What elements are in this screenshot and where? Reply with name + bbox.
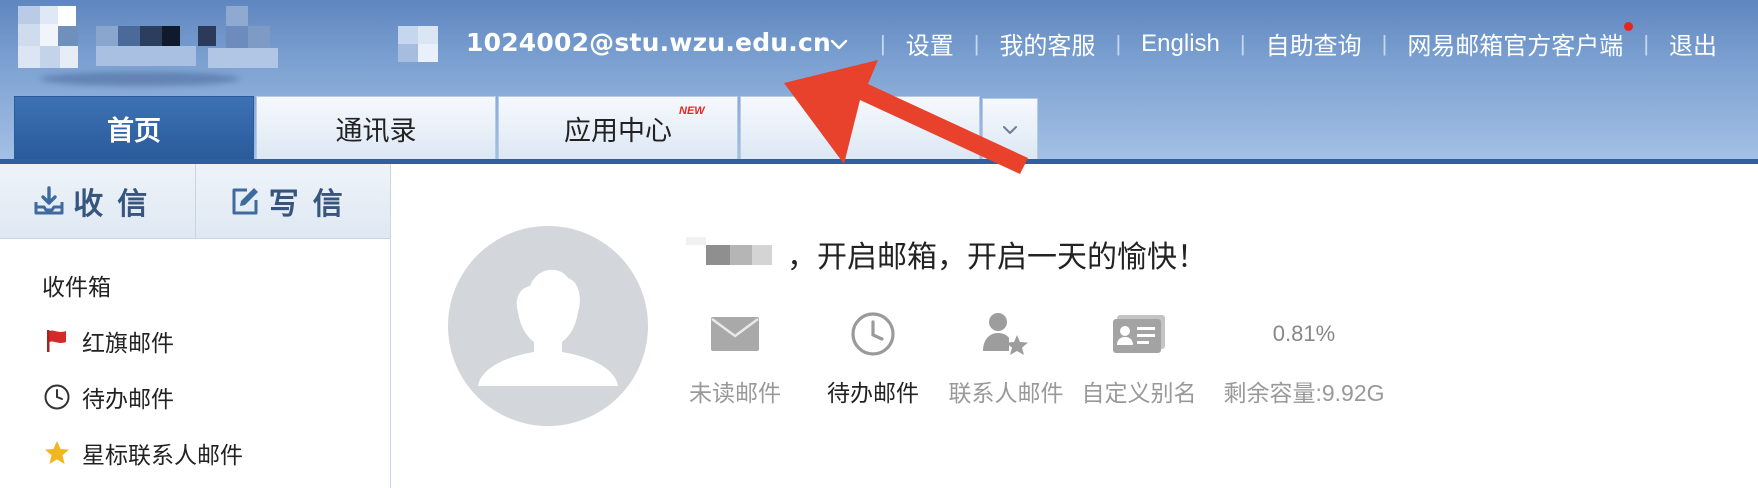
nav-settings[interactable]: 设置 (886, 26, 974, 61)
folder-red-flag[interactable]: 红旗邮件 (0, 313, 390, 369)
storage-remaining: 剩余容量:9.92G (1223, 380, 1385, 406)
id-card-icon (1113, 315, 1165, 353)
quick-unread-mail-label: 未读邮件 (689, 380, 781, 406)
nav-self-service[interactable]: 自助查询 (1246, 26, 1382, 61)
storage-usage: 0.81% 剩余容量:9.92G (1204, 304, 1404, 408)
contact-star-icon (983, 313, 1028, 355)
tab-contacts[interactable]: 通讯录 (256, 96, 496, 160)
folder-todo[interactable]: 待办邮件 (0, 369, 390, 425)
logo-shadow (40, 72, 240, 86)
folder-starred-contacts[interactable]: 星标联系人邮件 (0, 425, 390, 481)
envelope-icon (711, 317, 759, 351)
greeting-text: ，开启邮箱，开启一天的愉快！ (787, 241, 1207, 274)
profile-avatar[interactable] (448, 226, 648, 426)
tab-home[interactable]: 首页 (14, 96, 254, 160)
new-badge: NEW (679, 105, 705, 117)
quick-todo-mail-label: 待办邮件 (827, 380, 919, 406)
folder-list: 收件箱 红旗邮件 待办邮件 星标联系人邮件 (0, 239, 390, 481)
quick-contact-mail[interactable]: 联系人邮件 (941, 304, 1071, 408)
tab-partially-hidden[interactable] (740, 96, 980, 160)
folder-starred-contacts-label: 星标联系人邮件 (82, 442, 243, 468)
header-bar: 1024002@stu.wzu.edu.cn | 设置 | 我的客服 | Eng… (0, 0, 1758, 164)
nav-desktop-client-label: 网易邮箱官方客户端 (1407, 33, 1624, 60)
nav-desktop-client[interactable]: 网易邮箱官方客户端 (1387, 22, 1643, 61)
tab-home-label: 首页 (107, 116, 161, 146)
chevron-down-icon[interactable] (828, 33, 850, 55)
home-panel: ，开启邮箱，开启一天的愉快！ 未读邮件 待办邮件 联系人邮件 自定义别名 0.8… (391, 164, 1758, 488)
nav-english[interactable]: English (1121, 30, 1240, 58)
nav-logout[interactable]: 退出 (1649, 26, 1737, 61)
star-icon (42, 438, 72, 468)
clock-icon (851, 312, 895, 356)
nav-customer-service[interactable]: 我的客服 (979, 26, 1115, 61)
quick-todo-mail[interactable]: 待办邮件 (808, 304, 938, 408)
tabs-more-button[interactable] (982, 98, 1038, 160)
tab-app-center[interactable]: 应用中心 NEW (498, 96, 738, 160)
quick-contact-mail-label: 联系人邮件 (948, 380, 1064, 406)
top-nav: | 设置 | 我的客服 | English | 自助查询 | 网易邮箱官方客户端… (880, 22, 1737, 61)
compose-label: 写信 (268, 188, 357, 221)
folder-red-flag-label: 红旗邮件 (82, 330, 174, 356)
username-redacted (686, 237, 772, 275)
sidebar-actions: 收信 写信 (0, 164, 390, 239)
folder-inbox-label: 收件箱 (42, 274, 111, 300)
tab-app-center-label: 应用中心 (564, 116, 672, 146)
red-flag-icon (42, 326, 72, 356)
folder-inbox[interactable]: 收件箱 (0, 257, 390, 313)
default-user-icon (478, 269, 618, 386)
chevron-down-icon (1003, 125, 1017, 134)
quick-unread-mail[interactable]: 未读邮件 (670, 304, 800, 408)
compose-button[interactable]: 写信 (194, 164, 391, 238)
notification-dot (1624, 22, 1634, 31)
account-email[interactable]: 1024002@stu.wzu.edu.cn (466, 28, 831, 57)
quick-custom-alias-label: 自定义别名 (1081, 380, 1197, 406)
compose-edit-icon (232, 188, 258, 215)
receive-mail-button[interactable]: 收信 (0, 164, 195, 238)
account-avatar-redacted (398, 26, 438, 62)
main-tabs: 首页 通讯录 应用中心 NEW (14, 96, 1038, 160)
inbox-download-icon (34, 186, 64, 215)
sidebar: 收信 写信 收件箱 红旗邮件 待办邮件 星标联系人邮件 (0, 164, 391, 488)
tab-contacts-label: 通讯录 (335, 116, 417, 146)
quick-custom-alias[interactable]: 自定义别名 (1074, 304, 1204, 408)
folder-todo-label: 待办邮件 (82, 386, 174, 412)
receive-mail-label: 收信 (73, 188, 162, 221)
storage-used-percent: 0.81% (1272, 321, 1336, 346)
clock-icon (42, 382, 72, 412)
